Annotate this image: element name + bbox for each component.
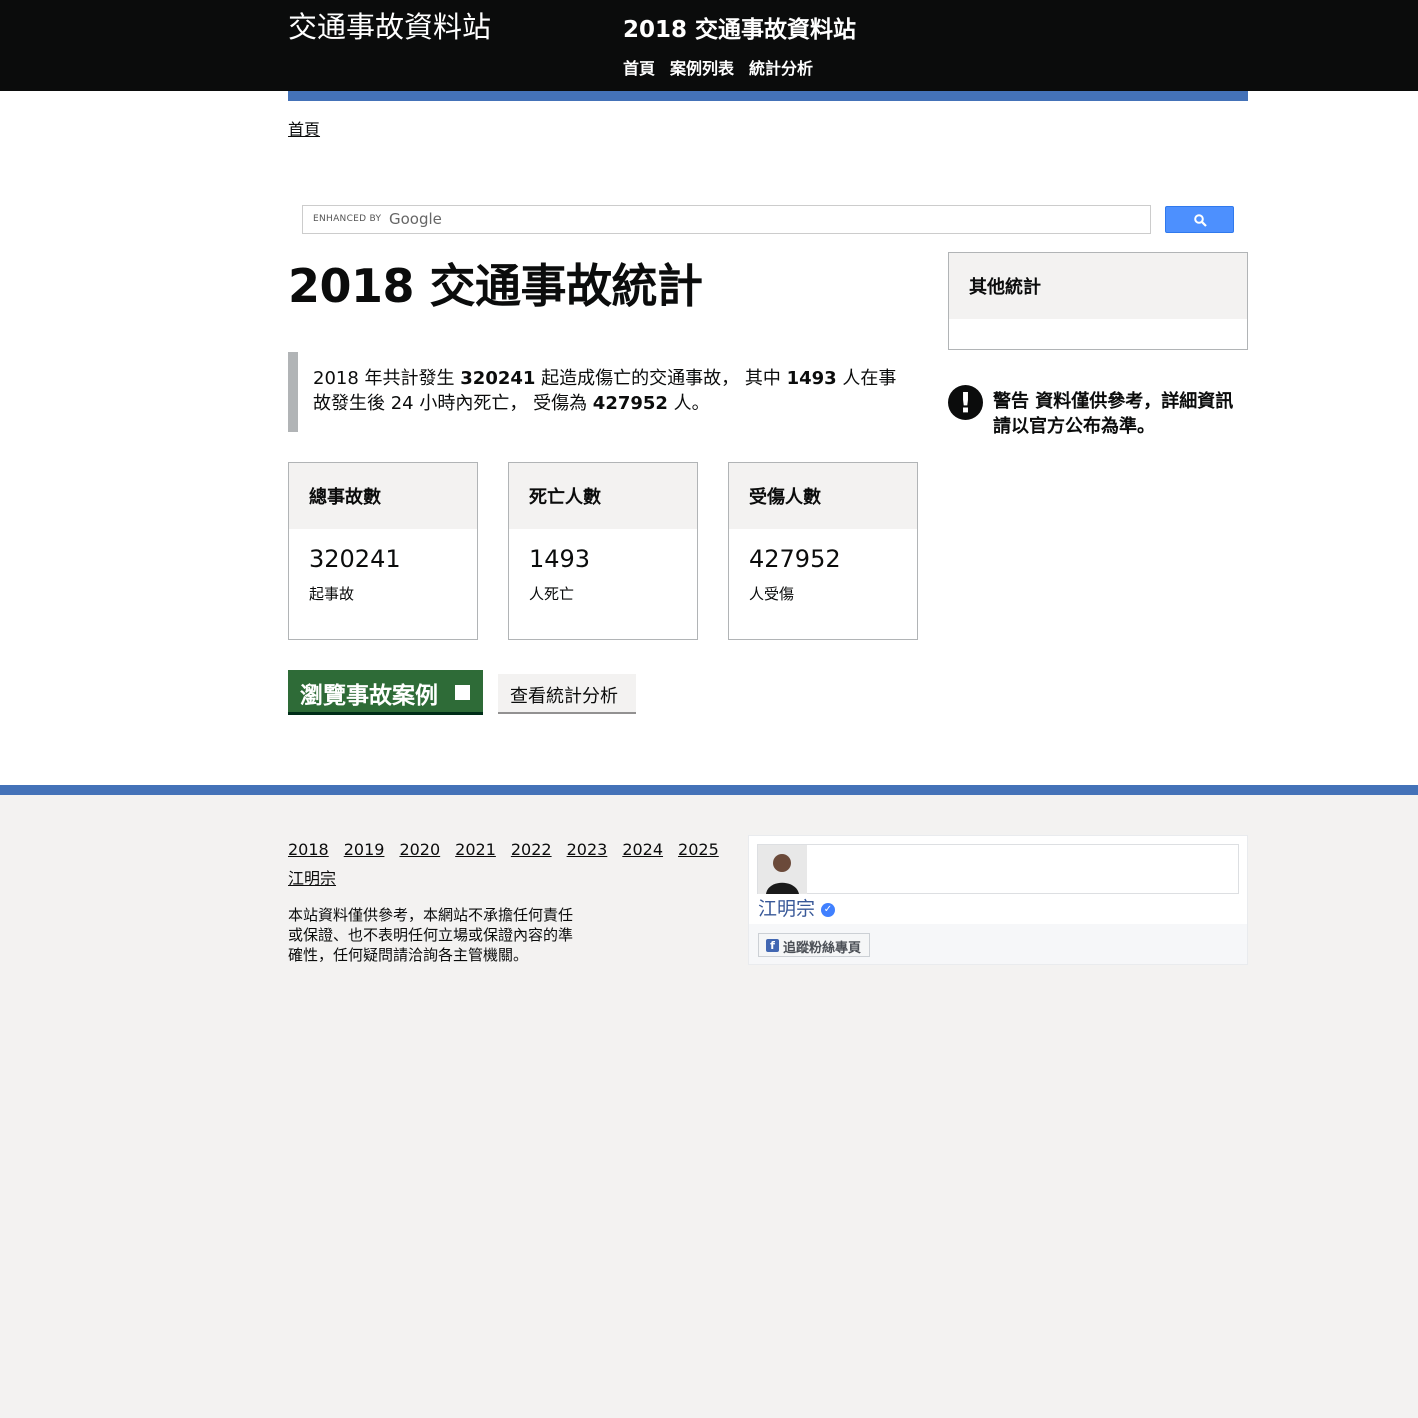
- warning-icon: !: [948, 385, 983, 420]
- summary-deaths: 1493: [786, 368, 837, 389]
- facebook-icon: f: [766, 939, 779, 952]
- footer-disclaimer: 本站資料僅供參考，本網站不承擔任何責任或保證、也不表明任何立場或保證內容的準確性…: [288, 906, 574, 964]
- enhanced-by-label: ENHANCED BY: [313, 214, 382, 224]
- nav-cases[interactable]: 案例列表: [670, 55, 734, 79]
- avatar[interactable]: [758, 845, 807, 894]
- view-stats-button[interactable]: 查看統計分析: [498, 674, 636, 714]
- author-link[interactable]: 江明宗: [288, 865, 336, 889]
- card-unit: 起事故: [309, 585, 355, 603]
- year-links: 2018 2019 2020 2021 2022 2023 2024 2025: [288, 840, 719, 859]
- summary-accidents: 320241: [460, 368, 536, 389]
- nav-home[interactable]: 首頁: [623, 55, 655, 79]
- year-link-2024[interactable]: 2024: [622, 840, 663, 859]
- year-link-2019[interactable]: 2019: [344, 840, 385, 859]
- stat-card-deaths: 死亡人數 1493 人死亡: [508, 462, 698, 640]
- site-logo[interactable]: 交通事故資料站: [288, 4, 491, 46]
- stat-card-accidents: 總事故數 320241 起事故: [288, 462, 478, 640]
- search-input[interactable]: ENHANCED BY Google: [302, 205, 1151, 234]
- search-button[interactable]: [1165, 206, 1234, 233]
- year-link-2020[interactable]: 2020: [399, 840, 440, 859]
- card-value: 320241: [309, 545, 401, 573]
- nav-stats[interactable]: 統計分析: [749, 55, 813, 79]
- google-label: Google: [389, 210, 442, 228]
- summary-text: 起造成傷亡的交通事故， 其中: [535, 368, 787, 389]
- page-title: 2018 交通事故統計: [288, 259, 703, 313]
- person-icon: [758, 845, 807, 894]
- browse-cases-button[interactable]: 瀏覽事故案例: [288, 670, 483, 715]
- start-arrow-icon: [455, 685, 470, 700]
- stat-card-injuries: 受傷人數 427952 人受傷: [728, 462, 918, 640]
- fb-page-name[interactable]: 江明宗: [758, 894, 815, 921]
- year-link-2023[interactable]: 2023: [567, 840, 608, 859]
- summary-injuries: 427952: [592, 393, 668, 414]
- fb-follow-button[interactable]: f 追蹤粉絲專頁: [758, 933, 870, 957]
- header-accent-bar: [288, 91, 1248, 101]
- summary-inset: 2018 年共計發生 320241 起造成傷亡的交通事故， 其中 1493 人在…: [288, 352, 898, 432]
- year-link-2018[interactable]: 2018: [288, 840, 329, 859]
- search-icon: [1194, 214, 1207, 227]
- summary-text: 人。: [667, 393, 710, 414]
- card-unit: 人受傷: [749, 585, 795, 603]
- other-stats-panel: 其他統計: [948, 252, 1248, 350]
- card-unit: 人死亡: [529, 585, 575, 603]
- card-value: 427952: [749, 545, 841, 573]
- summary-text: 2018 年共計發生: [313, 368, 461, 389]
- header-nav: 首頁 案例列表 統計分析: [623, 55, 813, 79]
- card-title: 總事故數: [289, 463, 477, 529]
- year-link-2022[interactable]: 2022: [511, 840, 552, 859]
- service-name[interactable]: 2018 交通事故資料站: [623, 10, 856, 44]
- warning-text: 警告 資料僅供參考，詳細資訊請以官方公布為準。: [993, 391, 1234, 437]
- year-link-2021[interactable]: 2021: [455, 840, 496, 859]
- year-link-2025[interactable]: 2025: [678, 840, 719, 859]
- card-value: 1493: [529, 545, 591, 573]
- fb-cover[interactable]: [757, 844, 1239, 894]
- card-title: 受傷人數: [729, 463, 917, 529]
- card-title: 死亡人數: [509, 463, 697, 529]
- fb-follow-label: 追蹤粉絲專頁: [783, 941, 862, 956]
- breadcrumb-home[interactable]: 首頁: [288, 116, 320, 140]
- facebook-page-widget: 江明宗 ✓ f 追蹤粉絲專頁: [748, 835, 1248, 965]
- footer-accent-bar: [0, 785, 1418, 795]
- browse-cases-label: 瀏覽事故案例: [300, 683, 438, 709]
- verified-icon: ✓: [821, 903, 835, 917]
- site-header: 交通事故資料站 2018 交通事故資料站 首頁 案例列表 統計分析: [0, 0, 1418, 91]
- other-stats-title: 其他統計: [949, 253, 1247, 319]
